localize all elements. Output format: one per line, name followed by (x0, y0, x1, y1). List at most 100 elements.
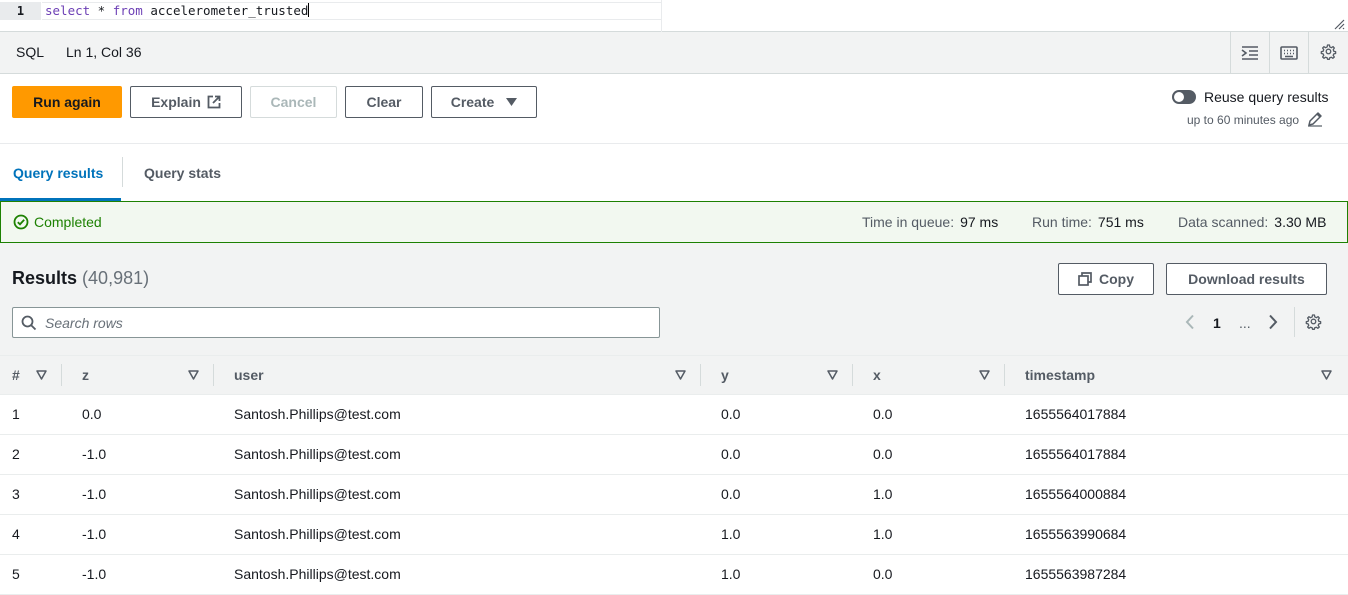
data-scanned-value: 3.30 MB (1274, 214, 1327, 230)
clear-label: Clear (366, 94, 402, 110)
print-margin (661, 0, 662, 32)
resize-handle-icon[interactable] (1333, 18, 1345, 30)
create-label: Create (450, 94, 495, 110)
run-again-button[interactable]: Run again (12, 86, 122, 118)
cell-user: Santosh.Phillips@test.com (234, 566, 401, 582)
chevron-left-icon[interactable] (1184, 314, 1196, 330)
column-header-x[interactable]: x (873, 356, 881, 394)
data-scanned-label: Data scanned: (1178, 214, 1269, 230)
keyboard-icon (1280, 45, 1298, 60)
cell-user: Santosh.Phillips@test.com (234, 486, 401, 502)
cell-timestamp: 1655563990684 (1025, 526, 1127, 542)
copy-button[interactable]: Copy (1058, 263, 1154, 295)
cell-timestamp: 1655564017884 (1025, 446, 1127, 462)
table-row: 2 -1.0 Santosh.Phillips@test.com 0.0 0.0… (0, 435, 1348, 475)
table-row: 4 -1.0 Santosh.Phillips@test.com 1.0 1.0… (0, 515, 1348, 555)
sort-icon[interactable] (36, 370, 47, 380)
cell-user: Santosh.Phillips@test.com (234, 406, 401, 422)
column-divider[interactable] (852, 364, 853, 386)
table-header: # z user y x timestamp (0, 355, 1348, 395)
sort-icon[interactable] (675, 370, 686, 380)
query-actions: Run again Explain Cancel Clear Create Re… (0, 74, 1348, 144)
cell-index: 4 (12, 526, 20, 542)
cell-y: 0.0 (721, 486, 741, 502)
reuse-results-toggle[interactable] (1172, 90, 1196, 104)
edit-icon[interactable] (1307, 111, 1323, 127)
results-title: Results (12, 268, 78, 288)
search-rows (12, 307, 660, 338)
cell-index: 5 (12, 566, 20, 582)
column-header-index[interactable]: # (12, 356, 20, 394)
explain-button[interactable]: Explain (130, 86, 242, 118)
cell-z: -1.0 (82, 526, 107, 542)
sql-editor[interactable]: 1 select * from accelerometer_trusted (0, 0, 1348, 32)
clear-button[interactable]: Clear (345, 86, 423, 118)
current-page[interactable]: 1 (1213, 315, 1221, 331)
cell-x: 1.0 (873, 486, 893, 502)
chevron-right-icon[interactable] (1267, 314, 1279, 330)
explain-label: Explain (151, 94, 201, 110)
results-count: (40,981) (82, 268, 150, 288)
copy-label: Copy (1099, 271, 1134, 287)
cursor-position: Ln 1, Col 36 (66, 44, 142, 60)
results-panel: Results (40,981) Copy Download results 1… (0, 243, 1348, 595)
editor-settings-button[interactable] (1308, 32, 1347, 73)
download-results-button[interactable]: Download results (1166, 263, 1327, 295)
status-text: Completed (34, 214, 102, 230)
keyboard-shortcuts-button[interactable] (1269, 32, 1308, 73)
cell-z: -1.0 (82, 446, 107, 462)
table-row: 1 0.0 Santosh.Phillips@test.com 0.0 0.0 … (0, 395, 1348, 435)
check-circle-icon (13, 214, 29, 230)
data-scanned: Data scanned: 3.30 MB (1178, 214, 1326, 230)
column-divider[interactable] (1004, 364, 1005, 386)
sort-icon[interactable] (1321, 370, 1332, 380)
run-time: Run time: 751 ms (1032, 214, 1144, 230)
column-divider[interactable] (700, 364, 701, 386)
reuse-results-label: Reuse query results (1204, 89, 1329, 105)
column-header-z[interactable]: z (82, 356, 89, 394)
cancel-button[interactable]: Cancel (250, 86, 337, 118)
sort-icon[interactable] (188, 370, 199, 380)
cell-index: 3 (12, 486, 20, 502)
search-input[interactable] (45, 308, 645, 337)
external-link-icon (207, 95, 221, 109)
code-table-name: accelerometer_trusted (142, 3, 309, 18)
sort-icon[interactable] (827, 370, 838, 380)
table-settings-icon[interactable] (1305, 314, 1322, 331)
reuse-results-duration: up to 60 minutes ago (1187, 113, 1300, 127)
cell-timestamp: 1655563987284 (1025, 566, 1127, 582)
settings-icon (1320, 44, 1336, 60)
cell-z: -1.0 (82, 566, 107, 582)
column-divider[interactable] (213, 364, 214, 386)
tab-query-results[interactable]: Query results (13, 165, 103, 181)
cell-x: 0.0 (873, 566, 893, 582)
text-cursor (308, 3, 310, 17)
tab-query-stats[interactable]: Query stats (144, 165, 221, 181)
cell-x: 0.0 (873, 406, 893, 422)
run-time-label: Run time: (1032, 214, 1092, 230)
column-header-y[interactable]: y (721, 356, 729, 394)
table-row: 3 -1.0 Santosh.Phillips@test.com 0.0 1.0… (0, 475, 1348, 515)
cell-y: 0.0 (721, 406, 741, 422)
cell-index: 1 (12, 406, 20, 422)
cell-x: 1.0 (873, 526, 893, 542)
language-label: SQL (16, 44, 45, 60)
status-indicator: Completed (13, 214, 102, 230)
time-in-queue: Time in queue: 97 ms (862, 214, 998, 230)
cell-user: Santosh.Phillips@test.com (234, 526, 401, 542)
format-query-button[interactable] (1230, 32, 1269, 73)
results-tabs: Query results Query stats (0, 144, 1348, 201)
cell-index: 2 (12, 446, 20, 462)
tab-divider (122, 157, 123, 187)
results-table: # z user y x timestamp 1 0.0 Santosh.Phi… (0, 355, 1348, 595)
code-keyword-from: from (112, 3, 143, 18)
create-button[interactable]: Create (431, 86, 537, 118)
sort-icon[interactable] (979, 370, 990, 380)
column-divider[interactable] (61, 364, 62, 386)
cancel-label: Cancel (270, 94, 317, 110)
search-icon (21, 315, 37, 331)
column-header-user[interactable]: user (234, 356, 264, 394)
time-in-queue-label: Time in queue: (862, 214, 955, 230)
code-line[interactable]: select * from accelerometer_trusted (42, 2, 662, 20)
column-header-timestamp[interactable]: timestamp (1025, 356, 1095, 394)
